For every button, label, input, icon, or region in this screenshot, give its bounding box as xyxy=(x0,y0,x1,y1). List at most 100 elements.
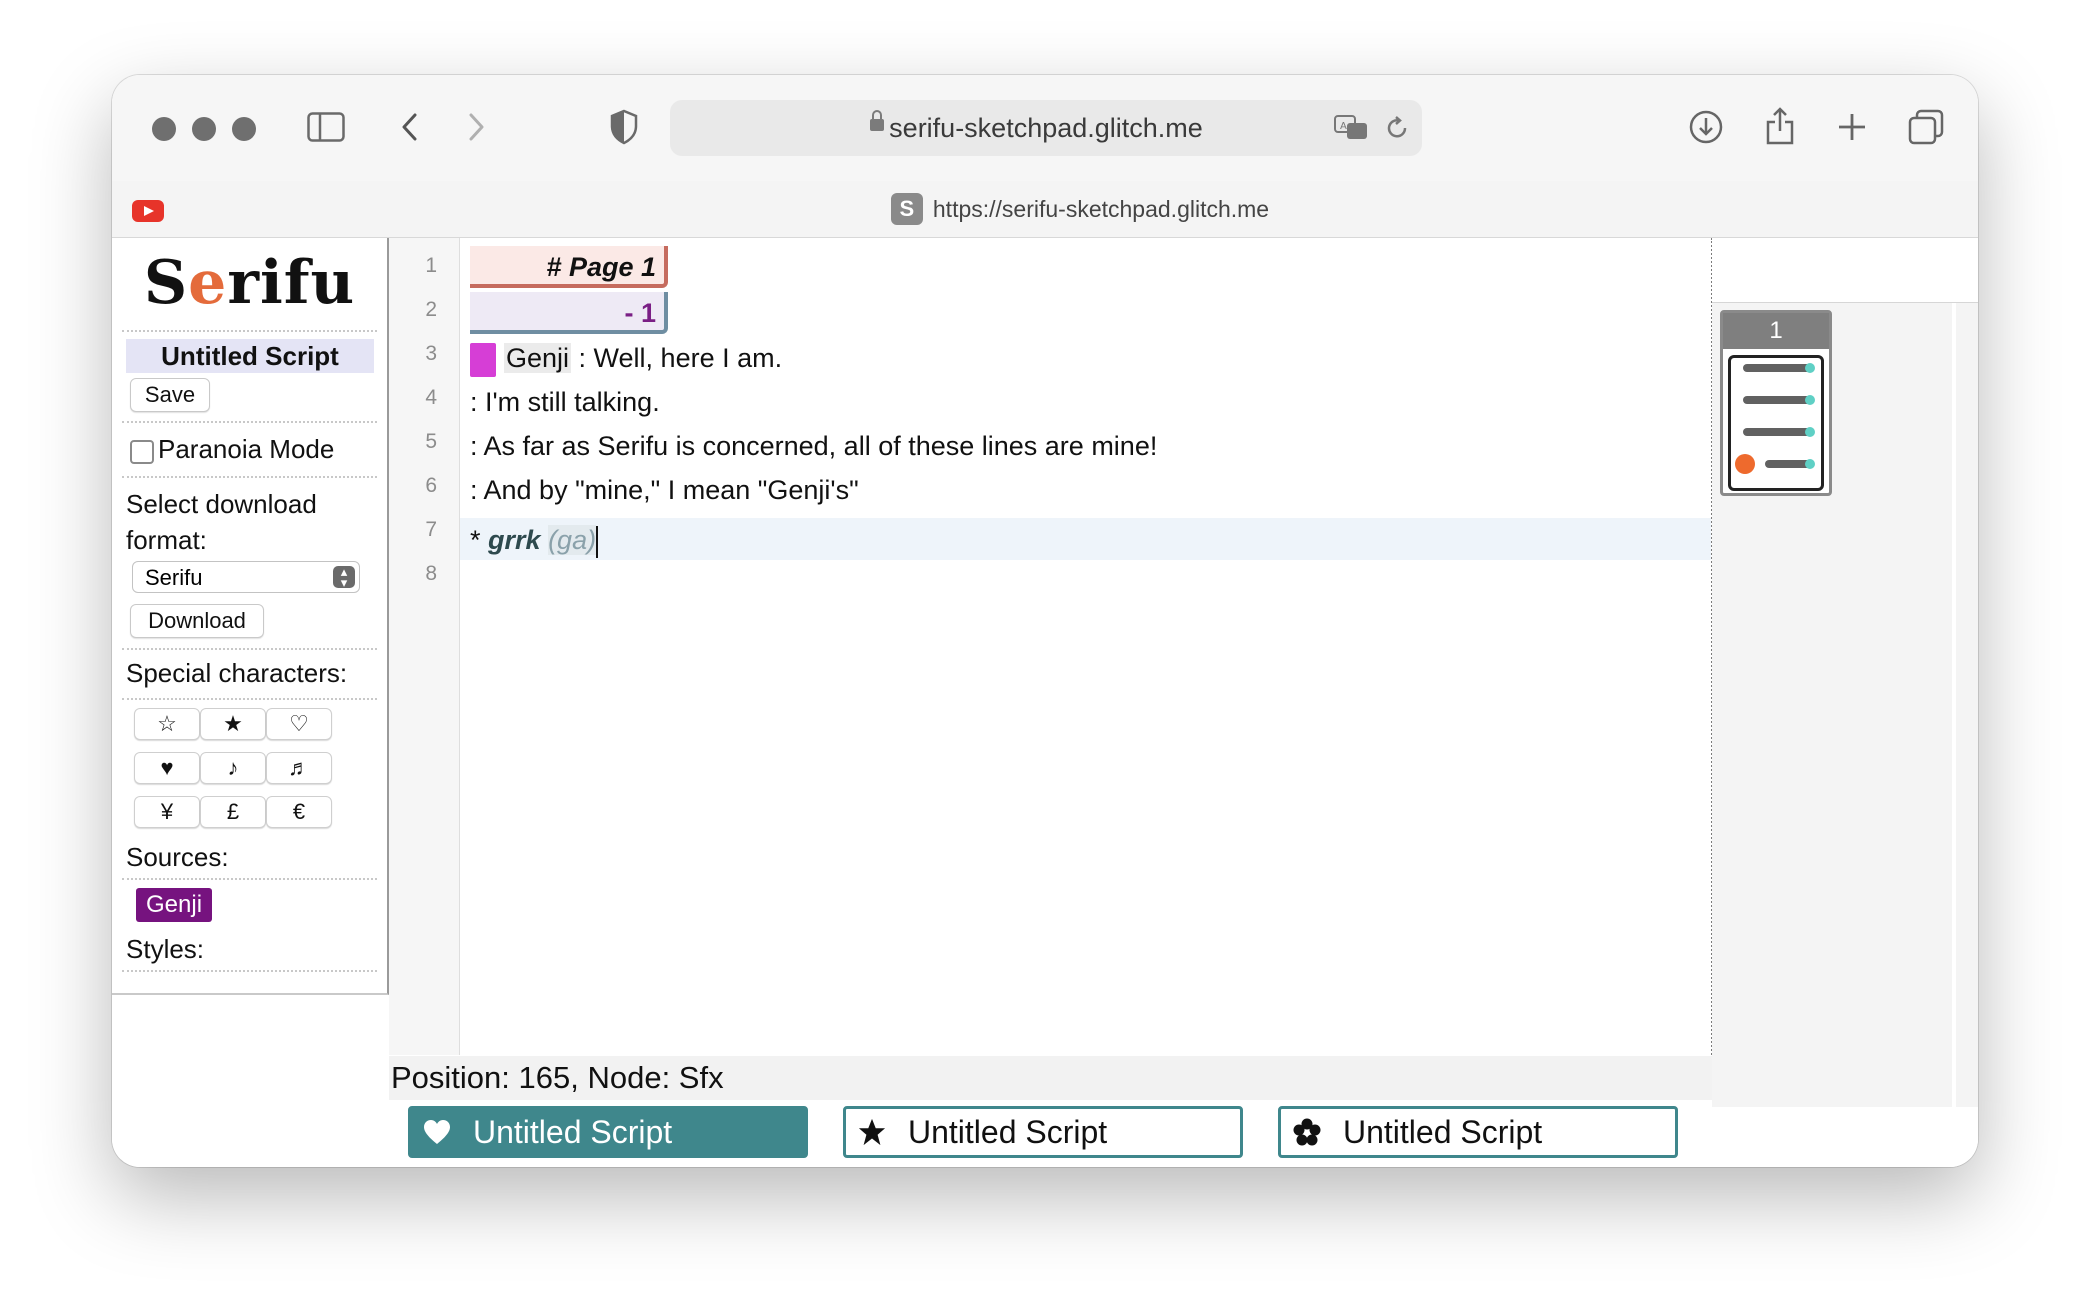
forward-icon[interactable] xyxy=(462,107,492,147)
heart-icon xyxy=(423,1118,451,1146)
text-cursor xyxy=(596,525,599,558)
divider xyxy=(122,970,377,972)
youtube-icon xyxy=(132,200,164,222)
download-format-value: Serifu xyxy=(145,565,203,590)
dialogue-line[interactable]: : And by "mine," I mean "Genji's" xyxy=(470,468,859,512)
divider xyxy=(122,330,377,332)
active-line-highlight xyxy=(460,518,1711,560)
browser-toolbar: serifu-sketchpad.glitch.me A xyxy=(112,75,1978,181)
paranoia-mode-checkbox[interactable] xyxy=(130,440,154,464)
download-format-label: Select download format: xyxy=(126,489,317,555)
styles-label: Styles: xyxy=(126,934,205,964)
sfx-marker: * xyxy=(470,525,489,555)
download-format-select[interactable]: Serifu ▴ ▾ xyxy=(132,561,360,593)
new-tab-icon[interactable] xyxy=(1832,107,1872,147)
sfx-line[interactable]: * grrk (ga) xyxy=(470,518,599,562)
script-tab-label: Untitled Script xyxy=(908,1114,1108,1150)
preview-scrollbar[interactable] xyxy=(1952,303,1956,1107)
reload-icon[interactable] xyxy=(1382,112,1412,144)
tab-title: https://serifu-sketchpad.glitch.me xyxy=(932,195,1270,222)
line-number: 4 xyxy=(425,386,437,409)
char-button-euro[interactable]: € xyxy=(266,796,332,828)
char-button-pound[interactable]: £ xyxy=(200,796,266,828)
page-thumbnail-number: 1 xyxy=(1723,313,1829,349)
script-tab-2[interactable]: Untitled Script xyxy=(843,1106,1243,1158)
line-number: 5 xyxy=(425,430,437,453)
close-window-button[interactable] xyxy=(152,117,176,141)
sources-label: Sources: xyxy=(126,842,229,872)
speaker-color-swatch xyxy=(470,342,496,377)
script-tab-label: Untitled Script xyxy=(473,1114,673,1150)
char-button-black-star[interactable]: ★ xyxy=(200,708,266,740)
flower-icon xyxy=(1293,1118,1321,1146)
page-thumbnail[interactable]: 1 xyxy=(1720,310,1832,496)
download-button[interactable]: Download xyxy=(130,604,264,638)
char-button-white-heart[interactable]: ♡ xyxy=(266,708,332,740)
speaker-name: Genji xyxy=(504,343,572,373)
translate-icon[interactable]: A xyxy=(1332,112,1370,144)
divider xyxy=(122,878,377,880)
save-button[interactable]: Save xyxy=(130,378,210,412)
line-number: 6 xyxy=(425,474,437,497)
script-tab-label: Untitled Script xyxy=(1343,1114,1543,1150)
divider xyxy=(122,648,377,650)
script-tab-1[interactable]: Untitled Script xyxy=(408,1106,808,1158)
balloon-marker xyxy=(1765,459,1815,469)
divider xyxy=(122,476,377,478)
char-button-beamed-notes[interactable]: ♬ xyxy=(266,752,332,784)
divider xyxy=(122,421,377,423)
panel-thumbnail xyxy=(1728,355,1824,491)
page-preview-panel: 1 xyxy=(1712,238,1978,1167)
line-number: 1 xyxy=(425,254,437,277)
privacy-shield-icon[interactable] xyxy=(606,107,642,147)
zoom-window-button[interactable] xyxy=(232,117,256,141)
dialogue-text: : Well, here I am. xyxy=(578,343,783,373)
sidebar-toggle-icon[interactable] xyxy=(306,109,346,145)
special-characters-label: Special characters: xyxy=(126,658,348,688)
char-button-eighth-note[interactable]: ♪ xyxy=(200,752,266,784)
page-content: Serifu Untitled Script Save Paranoia Mod… xyxy=(112,238,1978,1167)
sfx-text: grrk xyxy=(488,525,541,555)
line-number: 7 xyxy=(425,518,437,541)
page-heading-line[interactable]: # Page 1 xyxy=(470,246,668,288)
browser-window: serifu-sketchpad.glitch.me A S https://s… xyxy=(112,75,1978,1167)
dialogue-line[interactable]: : As far as Serifu is concerned, all of … xyxy=(470,424,1157,468)
minimize-window-button[interactable] xyxy=(192,117,216,141)
share-icon[interactable] xyxy=(1760,103,1800,149)
dialogue-line[interactable]: : I'm still talking. xyxy=(470,380,660,424)
char-button-black-heart[interactable]: ♥ xyxy=(134,752,200,784)
site-favicon: S xyxy=(890,193,923,225)
char-button-yen[interactable]: ¥ xyxy=(134,796,200,828)
line-number: 8 xyxy=(425,562,437,585)
browser-tab-bar: S https://serifu-sketchpad.glitch.me xyxy=(112,181,1978,238)
url-text: serifu-sketchpad.glitch.me xyxy=(889,113,1203,143)
source-badge-genji[interactable]: Genji xyxy=(136,888,213,922)
char-button-white-star[interactable]: ☆ xyxy=(134,708,200,740)
balloon-marker xyxy=(1743,363,1815,373)
downloads-icon[interactable] xyxy=(1686,105,1726,149)
script-title[interactable]: Untitled Script xyxy=(126,339,374,373)
sfx-marker-dot xyxy=(1735,454,1755,474)
balloon-marker xyxy=(1743,395,1815,405)
balloon-marker xyxy=(1743,427,1815,437)
divider xyxy=(122,698,377,700)
line-number-gutter: 1 2 3 4 5 6 7 8 xyxy=(389,238,460,1055)
sidebar: Serifu Untitled Script Save Paranoia Mod… xyxy=(112,238,389,995)
line-number: 3 xyxy=(425,342,437,365)
sfx-note: (ga) xyxy=(548,525,597,555)
pinned-tab-youtube[interactable] xyxy=(112,181,183,237)
chevron-updown-icon: ▴ ▾ xyxy=(333,565,355,589)
script-editor[interactable]: 1 2 3 4 5 6 7 8 # Page 1 - 1 Genji : Wel… xyxy=(389,238,1713,1158)
paranoia-mode-label: Paranoia Mode xyxy=(158,434,335,464)
serifu-logo: Serifu xyxy=(143,248,356,318)
star-icon xyxy=(858,1118,886,1146)
script-tab-3[interactable]: Untitled Script xyxy=(1278,1106,1678,1158)
panel-heading-line[interactable]: - 1 xyxy=(470,292,668,334)
active-browser-tab[interactable]: S https://serifu-sketchpad.glitch.me xyxy=(182,181,1978,237)
tab-overview-icon[interactable] xyxy=(1904,105,1948,149)
status-bar: Position: 165, Node: Sfx xyxy=(389,1056,1713,1100)
line-number: 2 xyxy=(425,298,437,321)
address-bar[interactable]: serifu-sketchpad.glitch.me A xyxy=(670,100,1422,156)
back-icon[interactable] xyxy=(394,107,424,147)
dialogue-line[interactable]: Genji : Well, here I am. xyxy=(470,336,782,380)
